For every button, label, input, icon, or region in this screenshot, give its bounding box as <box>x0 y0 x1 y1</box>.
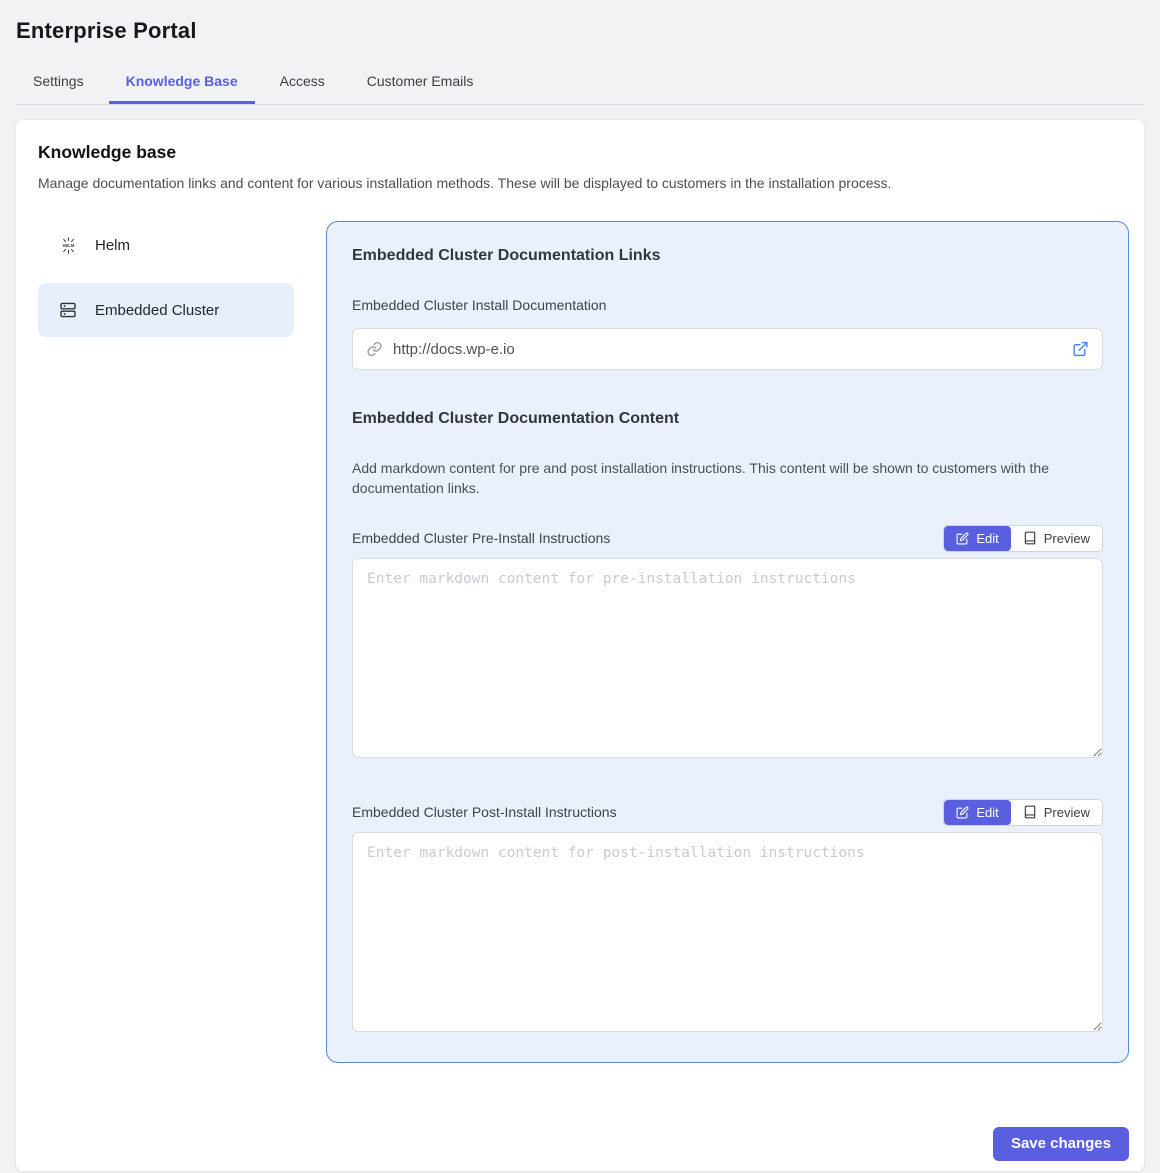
link-icon <box>366 341 383 358</box>
edit-icon <box>956 532 969 545</box>
post-install-edit-button[interactable]: Edit <box>944 800 1010 825</box>
post-install-preview-button[interactable]: Preview <box>1011 800 1102 825</box>
pre-install-mode-toggle: Edit Preview <box>943 525 1103 552</box>
page-title: Knowledge base <box>38 142 1129 163</box>
pre-install-preview-button[interactable]: Preview <box>1011 526 1102 551</box>
edit-icon <box>956 806 969 819</box>
embedded-cluster-panel: Embedded Cluster Documentation Links Emb… <box>326 221 1129 1063</box>
book-icon <box>1023 531 1037 545</box>
tab-access[interactable]: Access <box>263 64 342 104</box>
external-link-icon[interactable] <box>1072 341 1089 358</box>
post-install-mode-toggle: Edit Preview <box>943 799 1103 826</box>
content-section-heading: Embedded Cluster Documentation Content <box>352 410 1103 428</box>
main-row: HELM Helm Embedded Cluster Em <box>38 221 1129 1063</box>
app-title: Enterprise Portal <box>16 18 1144 44</box>
sidebar-item-helm[interactable]: HELM Helm <box>38 221 294 269</box>
server-stack-icon <box>58 300 78 320</box>
tab-customer-emails[interactable]: Customer Emails <box>350 64 491 104</box>
pre-install-textarea[interactable] <box>352 558 1103 758</box>
edit-button-label: Edit <box>976 805 998 820</box>
pre-install-label-row: Embedded Cluster Pre-Install Instruction… <box>352 525 1103 552</box>
save-changes-button[interactable]: Save changes <box>993 1127 1129 1161</box>
knowledge-base-card: Knowledge base Manage documentation link… <box>15 119 1145 1172</box>
svg-text:HELM: HELM <box>62 243 74 248</box>
post-install-label-row: Embedded Cluster Post-Install Instructio… <box>352 799 1103 826</box>
post-install-textarea[interactable] <box>352 832 1103 1032</box>
tab-bar: Settings Knowledge Base Access Customer … <box>16 64 1144 105</box>
install-method-nav: HELM Helm Embedded Cluster <box>38 221 294 337</box>
install-doc-url-input[interactable] <box>352 328 1103 370</box>
sidebar-item-embedded-cluster[interactable]: Embedded Cluster <box>38 283 294 337</box>
app-header: Enterprise Portal Settings Knowledge Bas… <box>0 0 1160 105</box>
edit-button-label: Edit <box>976 531 998 546</box>
sidebar-item-label: Helm <box>95 237 130 254</box>
preview-button-label: Preview <box>1044 805 1090 820</box>
preview-button-label: Preview <box>1044 531 1090 546</box>
install-doc-label: Embedded Cluster Install Documentation <box>352 297 1103 313</box>
page-description: Manage documentation links and content f… <box>38 175 1129 191</box>
install-doc-field <box>352 328 1103 370</box>
pre-install-label: Embedded Cluster Pre-Install Instruction… <box>352 530 610 546</box>
pre-install-edit-button[interactable]: Edit <box>944 526 1010 551</box>
links-section-heading: Embedded Cluster Documentation Links <box>352 247 1103 265</box>
content-section-description: Add markdown content for pre and post in… <box>352 458 1103 499</box>
sidebar-item-label: Embedded Cluster <box>95 302 219 319</box>
tab-settings[interactable]: Settings <box>16 64 101 104</box>
book-icon <box>1023 805 1037 819</box>
helm-icon: HELM <box>58 235 78 255</box>
tab-knowledge-base[interactable]: Knowledge Base <box>109 64 255 104</box>
post-install-label: Embedded Cluster Post-Install Instructio… <box>352 804 617 820</box>
save-row: Save changes <box>38 1127 1129 1163</box>
